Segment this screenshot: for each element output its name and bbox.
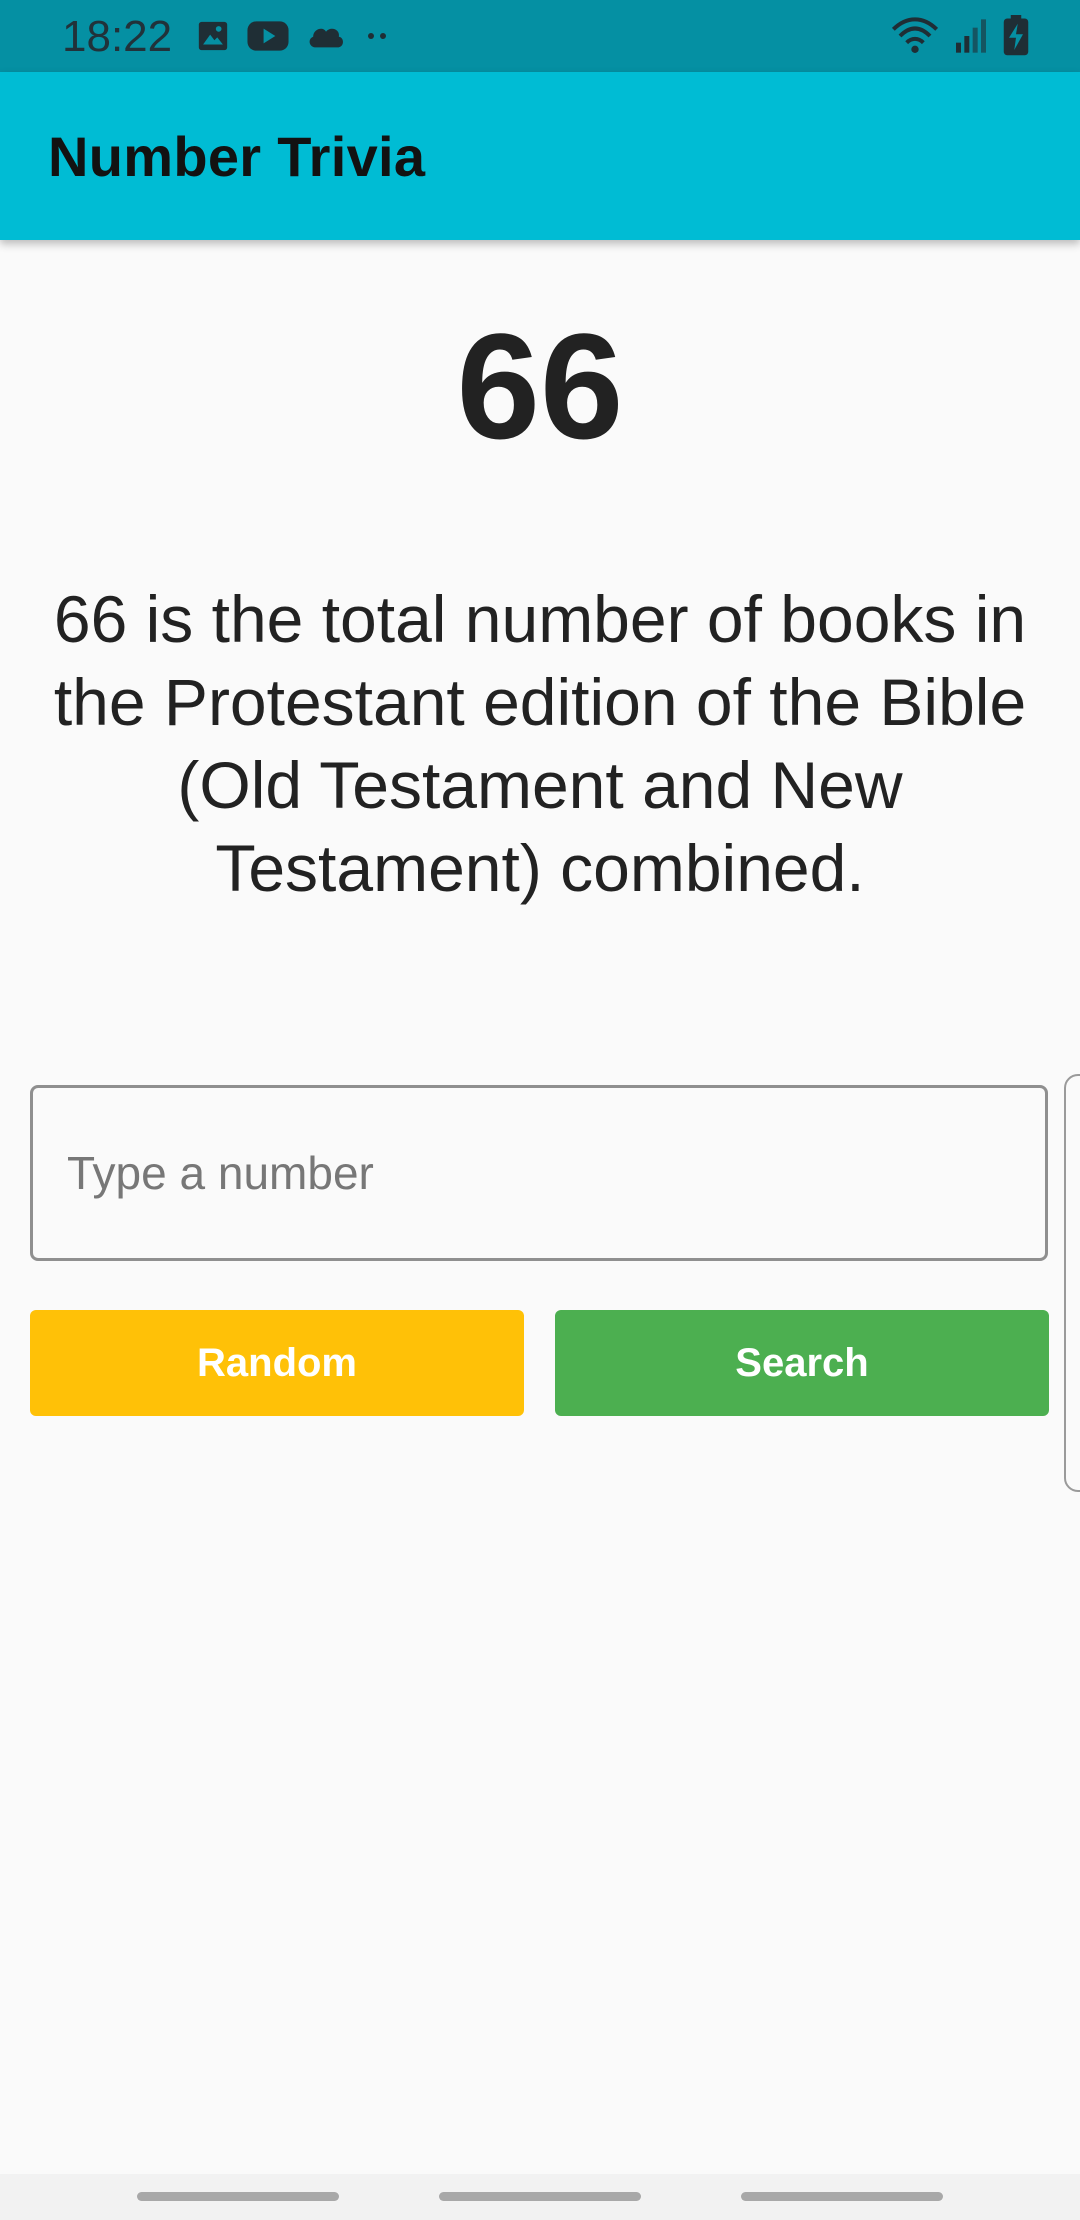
navigation-bar xyxy=(0,2174,1080,2220)
random-button[interactable]: Random xyxy=(30,1310,524,1416)
signal-icon xyxy=(956,19,986,53)
search-button[interactable]: Search xyxy=(555,1310,1049,1416)
status-icons-right xyxy=(890,14,1030,58)
battery-charging-icon xyxy=(1003,15,1029,56)
cloud-icon xyxy=(309,28,343,48)
nav-back-handle[interactable] xyxy=(741,2192,943,2201)
app-bar: Number Trivia xyxy=(0,72,1080,240)
status-bar: 18:22 xyxy=(0,0,1080,72)
more-dots-icon xyxy=(368,33,386,39)
wifi-icon xyxy=(891,17,939,53)
status-icons-left xyxy=(196,18,392,54)
image-icon xyxy=(198,21,228,51)
trivia-number: 66 xyxy=(456,302,624,470)
trivia-text: 66 is the total number of books in the P… xyxy=(53,582,1027,905)
nav-recents-handle[interactable] xyxy=(137,2192,339,2201)
nav-home-handle[interactable] xyxy=(439,2192,641,2201)
app-title: Number Trivia xyxy=(48,125,426,188)
number-input[interactable] xyxy=(30,1085,1048,1261)
youtube-icon xyxy=(247,21,289,51)
status-time: 18:22 xyxy=(62,12,173,61)
side-panel-handle[interactable] xyxy=(1064,1074,1080,1492)
